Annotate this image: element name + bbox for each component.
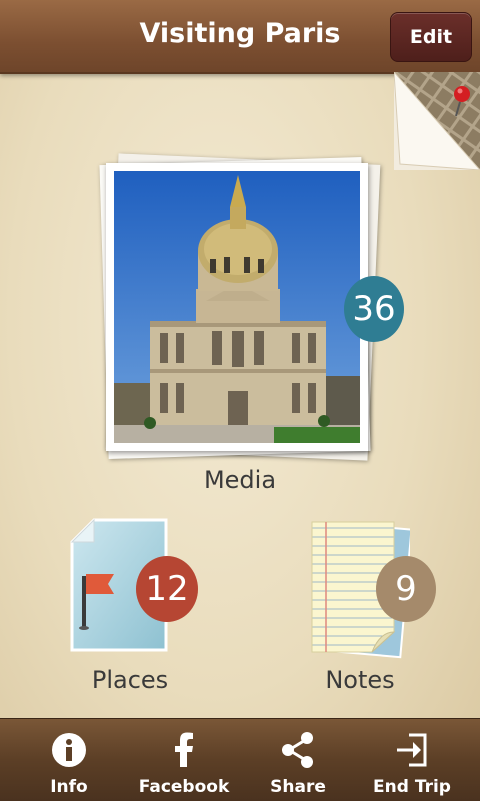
map-corner-button[interactable]	[393, 70, 480, 171]
places-label[interactable]: Places	[50, 666, 210, 694]
places-count-badge: 12	[136, 556, 198, 622]
tab-share[interactable]: Share	[238, 719, 358, 801]
tab-info-label: Info	[50, 777, 88, 797]
exit-icon	[397, 733, 427, 767]
info-icon	[52, 733, 86, 767]
facebook-icon	[175, 732, 193, 767]
header-bar: Visiting Paris Edit	[0, 0, 480, 74]
media-label[interactable]: Media	[160, 466, 320, 494]
notes-label[interactable]: Notes	[280, 666, 440, 694]
photo-frame	[106, 163, 368, 451]
map-icon	[393, 70, 480, 171]
media-tile[interactable]	[99, 153, 381, 461]
tab-info[interactable]: Info	[9, 719, 129, 801]
media-cover-photo	[114, 171, 360, 443]
tab-end-trip[interactable]: End Trip	[352, 719, 472, 801]
notes-count-badge: 9	[376, 556, 436, 622]
tab-end-trip-label: End Trip	[373, 777, 451, 797]
tab-facebook[interactable]: Facebook	[124, 719, 244, 801]
tab-share-label: Share	[270, 777, 326, 797]
bottom-tab-bar: Info Facebook Share End Trip	[0, 718, 480, 801]
tab-facebook-label: Facebook	[138, 777, 230, 797]
media-count-badge: 36	[344, 276, 404, 342]
share-icon	[282, 732, 313, 768]
edit-button[interactable]: Edit	[390, 12, 472, 62]
